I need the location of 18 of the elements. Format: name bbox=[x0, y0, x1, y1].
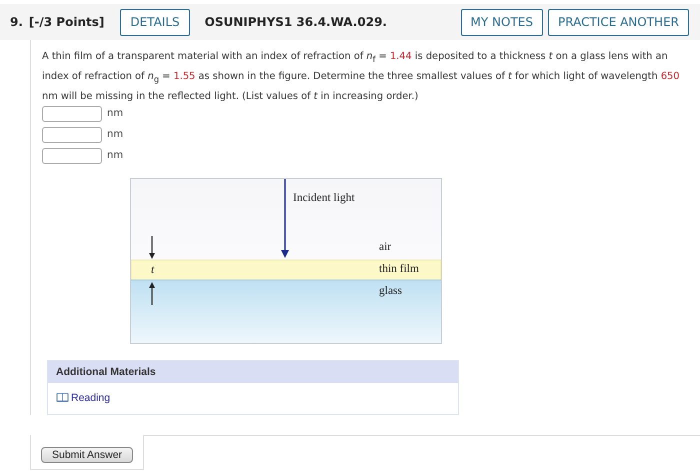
thin-film-drawing: Incident light t air thin film glass bbox=[130, 178, 442, 344]
problem-id: OSUNIPHYS1 36.4.WA.029. bbox=[204, 15, 387, 29]
answer-field[interactable] bbox=[42, 126, 102, 143]
book-icon bbox=[56, 392, 69, 404]
header-button[interactable]: PRACTICE ANOTHER bbox=[548, 8, 689, 36]
question-number: 9. bbox=[10, 15, 23, 29]
unit-label: nm bbox=[107, 108, 124, 120]
panel-heading: Additional Materials bbox=[48, 360, 458, 383]
reading-link[interactable]: Reading bbox=[71, 392, 110, 404]
answer-field[interactable] bbox=[42, 106, 102, 122]
header-button[interactable]: MY NOTES bbox=[460, 8, 543, 36]
unit-label: nm bbox=[107, 129, 124, 140]
details-button[interactable]: DETAILS bbox=[120, 8, 190, 36]
submit-button[interactable]: Submit Answer bbox=[41, 446, 134, 463]
question-text: A thin film of a transparent material with an index of refraction of n$_{f}$ = 1.44 is deposited to a thickness t on a glass lens with an index of refraction of n$_{g}$ = 1.55 as shown in the figure. Determine the three smallest values of t for which light of wavelength 650 nm will be missing in the reflected light. (List values of t in increasing order.) bbox=[42, 50, 681, 104]
points-label: [-/3 Points] bbox=[28, 15, 104, 29]
answer-field[interactable] bbox=[42, 148, 102, 164]
unit-label: nm bbox=[107, 150, 124, 162]
